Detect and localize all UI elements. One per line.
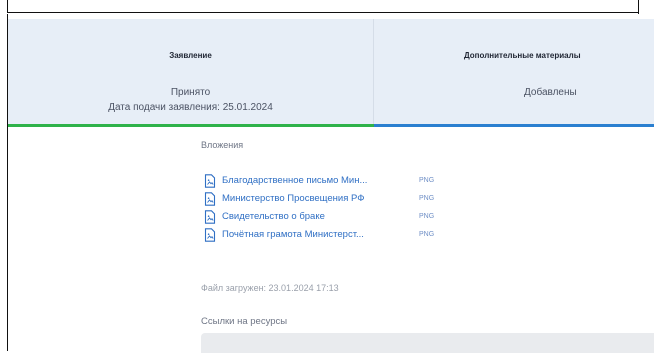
- attachment-name[interactable]: Благодарственное письмо Мин...: [222, 175, 417, 186]
- document-icon: [204, 191, 216, 206]
- submission-date: Дата подачи заявления: 25.01.2024: [108, 102, 273, 113]
- step-title: Дополнительные материалы: [464, 51, 581, 60]
- resource-links-box[interactable]: [201, 333, 654, 353]
- attachment-item[interactable]: Министерство Просвещения РФ PNG: [204, 190, 434, 207]
- document-icon: [204, 227, 216, 242]
- attachment-name[interactable]: Министерство Просвещения РФ: [222, 193, 417, 204]
- upload-timestamp: Файл загружен: 23.01.2024 17:13: [201, 283, 339, 293]
- attachments-list: Благодарственное письмо Мин... PNG Минис…: [204, 172, 434, 244]
- attachment-type: PNG: [419, 213, 435, 220]
- top-frame: [0, 0, 654, 14]
- resource-links-heading: Ссылки на ресурсы: [201, 316, 288, 327]
- application-status-stepper: Заявление Принято Дата подачи заявления:…: [8, 19, 654, 127]
- step-additional-materials[interactable]: Дополнительные материалы Добавлены: [374, 19, 654, 127]
- step-title: Заявление: [169, 51, 212, 60]
- step-status: Принято: [170, 87, 211, 98]
- attachment-item[interactable]: Почётная грамота Министерст... PNG: [204, 226, 434, 243]
- attachment-name[interactable]: Свидетельство о браке: [222, 211, 417, 222]
- attachment-type: PNG: [419, 177, 435, 184]
- attachments-heading: Вложения: [201, 140, 244, 150]
- attachment-type: PNG: [419, 231, 435, 238]
- step-progress-done: [8, 124, 374, 127]
- attachment-name[interactable]: Почётная грамота Министерст...: [222, 229, 417, 240]
- step-application[interactable]: Заявление Принято Дата подачи заявления:…: [8, 19, 374, 127]
- attachment-item[interactable]: Свидетельство о браке PNG: [204, 208, 434, 225]
- attachment-item[interactable]: Благодарственное письмо Мин... PNG: [204, 172, 434, 189]
- attachment-type: PNG: [419, 195, 435, 202]
- document-icon: [204, 209, 216, 224]
- step-progress-active: [374, 124, 654, 127]
- step-status: Добавлены: [524, 87, 577, 98]
- document-icon: [204, 173, 216, 188]
- frame-divider: [638, 0, 639, 14]
